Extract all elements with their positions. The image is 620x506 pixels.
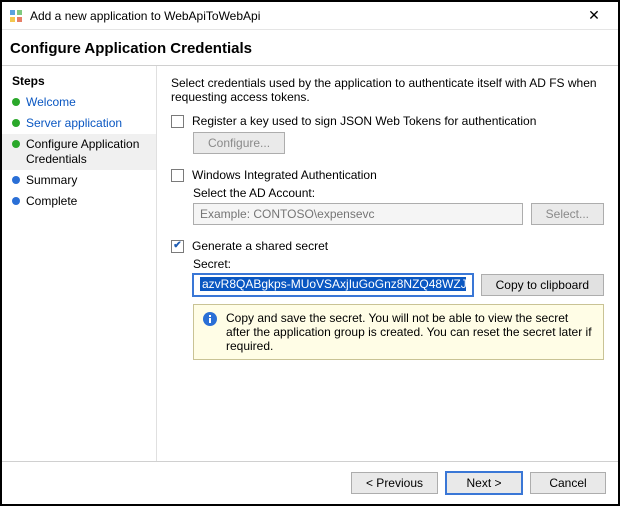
shared-secret-label: Generate a shared secret	[192, 239, 328, 253]
step-label: Summary	[26, 173, 77, 188]
step-bullet-icon	[12, 197, 20, 205]
select-button: Select...	[531, 203, 604, 225]
ad-account-sublabel: Select the AD Account:	[193, 186, 604, 200]
register-key-label: Register a key used to sign JSON Web Tok…	[192, 114, 536, 128]
step-welcome[interactable]: Welcome	[2, 92, 156, 113]
body: Steps Welcome Server application Configu…	[2, 66, 618, 461]
secret-sublabel: Secret:	[193, 257, 604, 271]
step-label: Welcome	[26, 95, 76, 110]
secret-input[interactable]: azvR8QABgkps-MUoVSAxjIuGoGnz8NZQ48WZJboj	[193, 274, 473, 296]
close-button[interactable]: ✕	[576, 2, 612, 29]
step-bullet-icon	[12, 176, 20, 184]
content-pane: Select credentials used by the applicati…	[157, 66, 618, 461]
step-summary[interactable]: Summary	[2, 170, 156, 191]
step-label: Server application	[26, 116, 122, 131]
step-bullet-icon	[12, 140, 20, 148]
ad-account-row: Select...	[193, 203, 604, 225]
register-key-row: Register a key used to sign JSON Web Tok…	[171, 114, 604, 128]
heading-row: Configure Application Credentials	[2, 30, 618, 65]
shared-secret-row: Generate a shared secret	[171, 239, 604, 253]
configure-button: Configure...	[193, 132, 285, 154]
win-auth-row: Windows Integrated Authentication	[171, 168, 604, 182]
step-complete[interactable]: Complete	[2, 191, 156, 212]
secret-notice: Copy and save the secret. You will not b…	[193, 304, 604, 360]
step-bullet-icon	[12, 119, 20, 127]
step-server-application[interactable]: Server application	[2, 113, 156, 134]
copy-to-clipboard-button[interactable]: Copy to clipboard	[481, 274, 604, 296]
step-bullet-icon	[12, 98, 20, 106]
steps-sidebar: Steps Welcome Server application Configu…	[2, 66, 157, 461]
intro-text: Select credentials used by the applicati…	[171, 76, 604, 104]
footer: < Previous Next > Cancel	[2, 461, 618, 504]
step-label: Configure Application Credentials	[26, 137, 148, 167]
secret-notice-text: Copy and save the secret. You will not b…	[226, 311, 595, 353]
app-icon	[8, 8, 24, 24]
window-title: Add a new application to WebApiToWebApi	[30, 9, 576, 23]
register-key-checkbox[interactable]	[171, 115, 184, 128]
win-auth-label: Windows Integrated Authentication	[192, 168, 377, 182]
info-icon	[202, 311, 218, 327]
wizard-window: Add a new application to WebApiToWebApi …	[0, 0, 620, 506]
next-button[interactable]: Next >	[446, 472, 522, 494]
secret-row: azvR8QABgkps-MUoVSAxjIuGoGnz8NZQ48WZJboj…	[193, 274, 604, 296]
titlebar: Add a new application to WebApiToWebApi …	[2, 2, 618, 30]
shared-secret-checkbox[interactable]	[171, 240, 184, 253]
cancel-button[interactable]: Cancel	[530, 472, 606, 494]
page-heading: Configure Application Credentials	[10, 40, 606, 57]
step-label: Complete	[26, 194, 77, 209]
win-auth-checkbox[interactable]	[171, 169, 184, 182]
steps-title: Steps	[2, 72, 156, 92]
secret-value: azvR8QABgkps-MUoVSAxjIuGoGnz8NZQ48WZJboj	[200, 277, 466, 291]
previous-button[interactable]: < Previous	[351, 472, 438, 494]
ad-account-input	[193, 203, 523, 225]
step-configure-credentials[interactable]: Configure Application Credentials	[2, 134, 156, 170]
